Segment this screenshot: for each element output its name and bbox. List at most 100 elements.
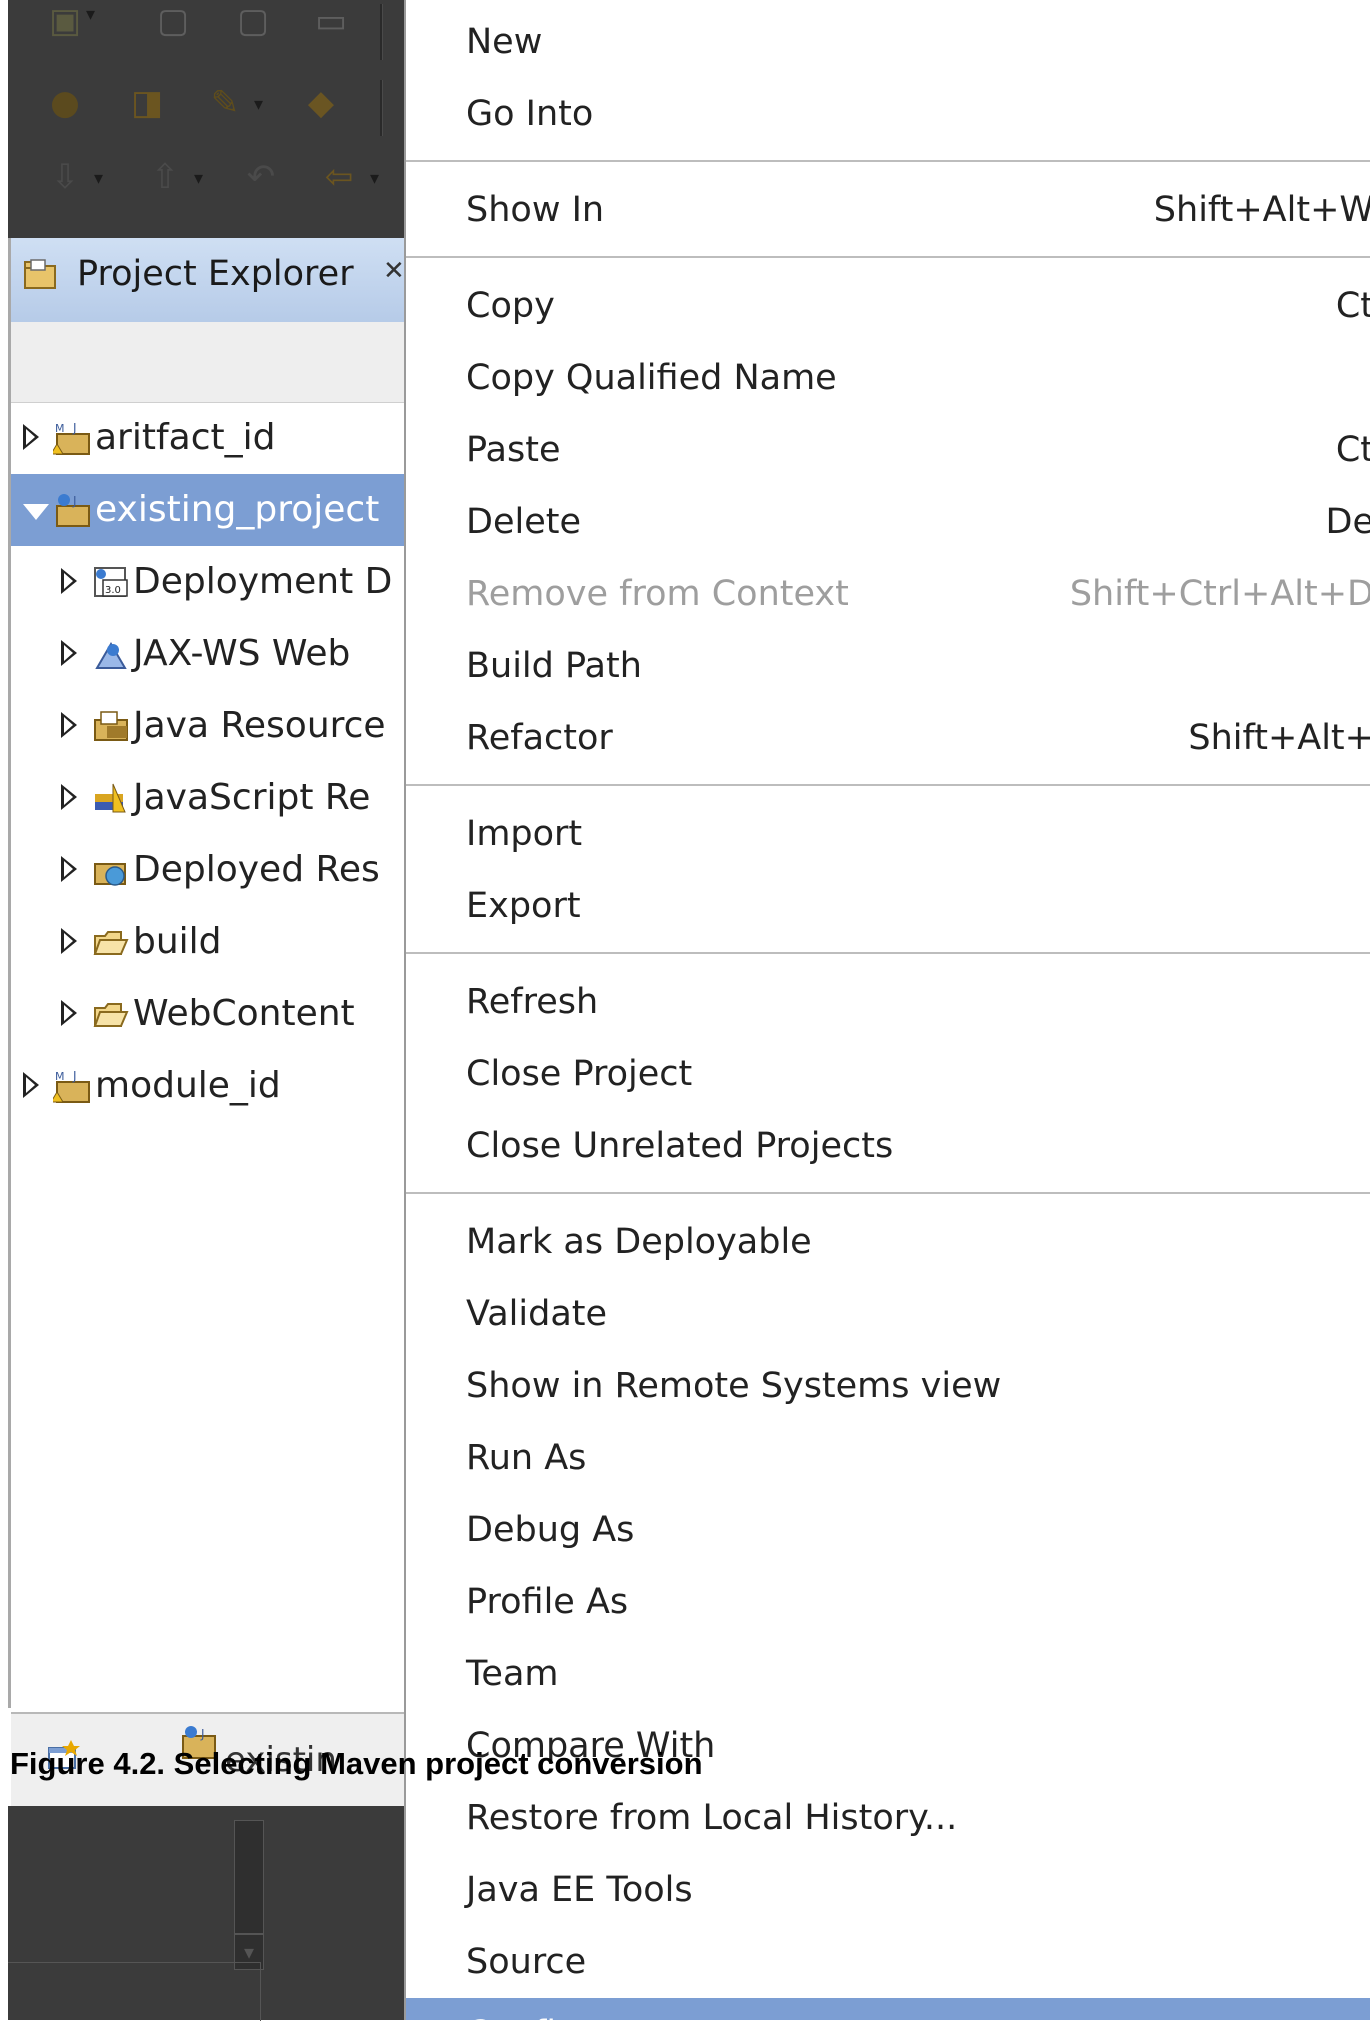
tree-item[interactable]: build bbox=[11, 906, 404, 978]
tree-item-label: build bbox=[133, 921, 222, 962]
menu-item[interactable]: Build Path bbox=[406, 630, 1370, 702]
tree-item[interactable]: 3.0 Deployment D bbox=[11, 546, 404, 618]
new-wizard-icon[interactable]: ▣ bbox=[48, 4, 82, 38]
project-explorer-tab[interactable]: Project Explorer ✕ bbox=[11, 238, 405, 323]
java-resources-icon bbox=[94, 711, 128, 741]
scrollbar[interactable] bbox=[234, 1820, 264, 1934]
expand-arrow-icon[interactable] bbox=[61, 928, 77, 954]
menu-item-label: Debug As bbox=[466, 1510, 635, 1550]
menu-item-label: Show in Remote Systems view bbox=[466, 1366, 1002, 1406]
menu-item[interactable]: New bbox=[406, 6, 1370, 78]
collapse-arrow-icon[interactable] bbox=[23, 504, 49, 520]
tree-item[interactable]: M Jaritfact_id bbox=[11, 402, 404, 474]
menu-item[interactable]: Copy Ct bbox=[406, 270, 1370, 342]
menu-item-label: Show In bbox=[466, 190, 605, 230]
menu-item[interactable]: Profile As bbox=[406, 1566, 1370, 1638]
menu-separator bbox=[406, 160, 1370, 162]
menu-item-label: Java EE Tools bbox=[466, 1870, 693, 1910]
javascript-resources-icon bbox=[95, 783, 126, 813]
menu-item[interactable]: Delete De bbox=[406, 486, 1370, 558]
maven-project-icon: MJ bbox=[53, 1069, 90, 1103]
editor-tab-area bbox=[8, 1962, 261, 2021]
menu-item-shortcut: Shift+Ctrl+Alt+D bbox=[1069, 574, 1370, 614]
menu-item-label: Restore from Local History... bbox=[466, 1798, 958, 1838]
menu-item[interactable]: Paste Ct bbox=[406, 414, 1370, 486]
menu-item[interactable]: Team bbox=[406, 1638, 1370, 1710]
menu-item[interactable]: Copy Qualified Name bbox=[406, 342, 1370, 414]
svg-text:J: J bbox=[72, 1069, 77, 1083]
menu-item[interactable]: Show in Remote Systems view bbox=[406, 1350, 1370, 1422]
figure-caption: Figure 4.2. Selecting Maven project conv… bbox=[10, 1746, 703, 1781]
tree-item-label: Java Resource bbox=[133, 705, 386, 746]
svg-text:M: M bbox=[55, 1070, 65, 1083]
menu-item[interactable]: Validate bbox=[406, 1278, 1370, 1350]
menu-item[interactable]: Go Into bbox=[406, 78, 1370, 150]
previous-annotation-icon[interactable]: ⇧ bbox=[148, 160, 182, 194]
menu-item-label: Export bbox=[466, 886, 581, 926]
menu-item[interactable]: Run As bbox=[406, 1422, 1370, 1494]
menu-item[interactable]: Debug As bbox=[406, 1494, 1370, 1566]
svg-text:M: M bbox=[55, 422, 65, 435]
tree-item-label: WebContent bbox=[133, 993, 355, 1034]
next-annotation-icon[interactable]: ⇩ bbox=[48, 160, 82, 194]
menu-item[interactable]: Close Unrelated Projects bbox=[406, 1110, 1370, 1182]
menu-item: Remove from Context Shift+Ctrl+Alt+D bbox=[406, 558, 1370, 630]
dimmed-workbench-area: ▾ bbox=[8, 1806, 404, 2021]
context-menu: New Go Into Show In Shift+Alt+W Copy Ct Copy Q… bbox=[404, 0, 1370, 2020]
menu-item[interactable]: Java EE Tools bbox=[406, 1854, 1370, 1926]
menu-item-shortcut: Shift+Alt+ bbox=[1188, 718, 1370, 758]
menu-item[interactable]: Show In Shift+Alt+W bbox=[406, 174, 1370, 246]
new-server-icon[interactable]: ● bbox=[48, 86, 82, 120]
tree-item[interactable]: Deployed Res bbox=[11, 834, 404, 906]
menu-item-label: Close Unrelated Projects bbox=[466, 1126, 894, 1166]
tree-item-label: Deployment D bbox=[133, 561, 393, 602]
tree-item[interactable]: M Jmodule_id bbox=[11, 1050, 404, 1122]
print-icon[interactable]: ▭ bbox=[314, 4, 348, 38]
expand-arrow-icon[interactable] bbox=[61, 784, 77, 810]
tree-item[interactable]: JAX-WS Web bbox=[11, 618, 404, 690]
deployment-descriptor-icon: 3.0 bbox=[94, 567, 128, 597]
menu-item-label: Close Project bbox=[466, 1054, 693, 1094]
back-arrow-icon[interactable]: ⇦ bbox=[322, 160, 356, 194]
expand-arrow-icon[interactable] bbox=[61, 1000, 77, 1026]
menu-item-label: Team bbox=[466, 1654, 559, 1694]
menu-item-shortcut: Ct bbox=[1335, 286, 1370, 326]
expand-arrow-icon[interactable] bbox=[23, 1072, 39, 1098]
tree-item[interactable]: JavaScript Re bbox=[11, 762, 404, 834]
menu-item[interactable]: Close Project bbox=[406, 1038, 1370, 1110]
menu-item[interactable]: Export bbox=[406, 870, 1370, 942]
tree-item-label: Deployed Res bbox=[133, 849, 380, 890]
menu-item-label: Refactor bbox=[466, 718, 613, 758]
open-resource-icon[interactable]: ◆ bbox=[304, 86, 338, 120]
run-tools-icon[interactable]: ✎ bbox=[208, 86, 242, 120]
expand-arrow-icon[interactable] bbox=[61, 568, 77, 594]
save-icon[interactable]: ▢ bbox=[156, 4, 190, 38]
menu-item[interactable]: Mark as Deployable bbox=[406, 1206, 1370, 1278]
expand-arrow-icon[interactable] bbox=[61, 712, 77, 738]
menu-item[interactable]: Refresh bbox=[406, 966, 1370, 1038]
menu-separator bbox=[406, 784, 1370, 786]
menu-item[interactable]: Configure bbox=[406, 1998, 1370, 2020]
menu-item[interactable]: Source bbox=[406, 1926, 1370, 1998]
open-type-icon[interactable]: ◨ bbox=[130, 86, 164, 120]
last-edit-icon[interactable]: ↶ bbox=[244, 160, 278, 194]
menu-item[interactable]: Refactor Shift+Alt+ bbox=[406, 702, 1370, 774]
close-icon[interactable]: ✕ bbox=[383, 256, 405, 286]
menu-item[interactable]: Import bbox=[406, 798, 1370, 870]
web-project-icon: J bbox=[56, 494, 90, 527]
jaxws-icon bbox=[95, 642, 127, 669]
expand-arrow-icon[interactable] bbox=[61, 856, 77, 882]
menu-item[interactable]: Restore from Local History... bbox=[406, 1782, 1370, 1854]
menu-item-label: Build Path bbox=[466, 646, 642, 686]
tree-item-label: JAX-WS Web bbox=[133, 633, 351, 674]
expand-arrow-icon[interactable] bbox=[61, 640, 77, 666]
svg-text:J: J bbox=[72, 421, 77, 435]
tree-item[interactable]: WebContent bbox=[11, 978, 404, 1050]
folder-icon bbox=[93, 1003, 129, 1027]
menu-item-label: Run As bbox=[466, 1438, 587, 1478]
expand-arrow-icon[interactable] bbox=[23, 424, 39, 450]
save-all-icon[interactable]: ▢ bbox=[236, 4, 270, 38]
tree-item[interactable]: Jexisting_project bbox=[11, 474, 404, 546]
tree-item[interactable]: Java Resource bbox=[11, 690, 404, 762]
menu-item-label: Mark as Deployable bbox=[466, 1222, 812, 1262]
